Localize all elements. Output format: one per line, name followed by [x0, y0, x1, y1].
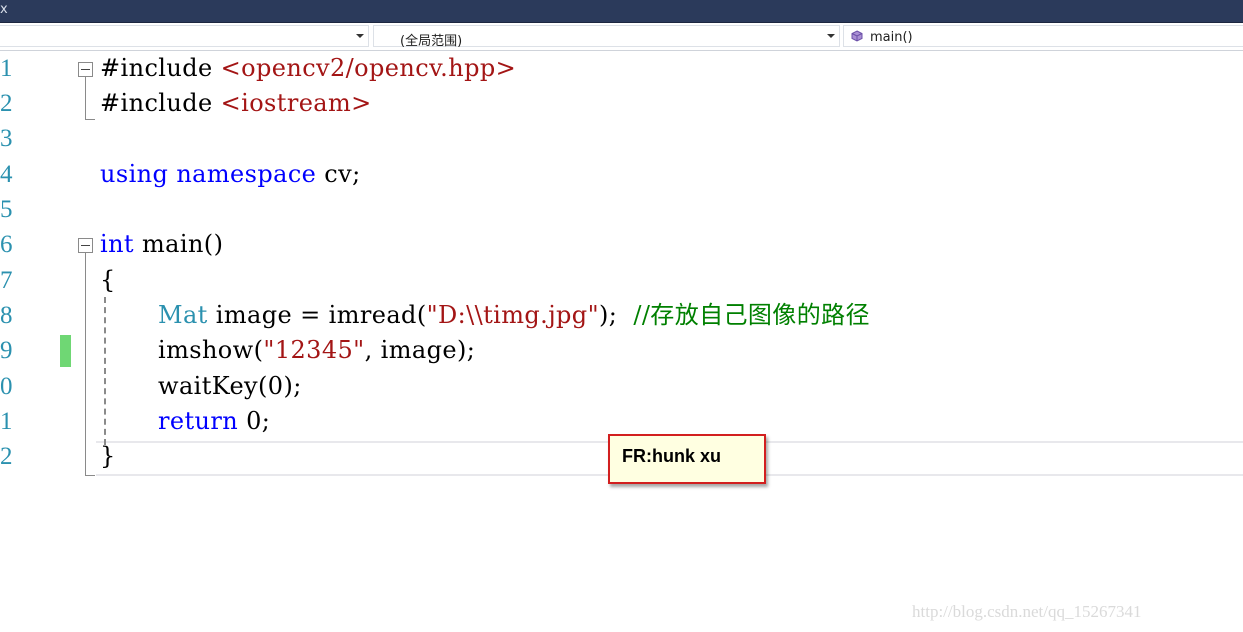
brace: { — [100, 266, 116, 294]
tooltip: FR:hunk xu — [608, 434, 766, 484]
code-editor[interactable]: 1 2 3 4 5 6 7 8 9 0 1 2 #include <opencv… — [0, 51, 1243, 632]
string-literal: "12345" — [263, 336, 365, 364]
code-line-7: { — [100, 263, 116, 298]
comment: //存放自己图像的路径 — [633, 301, 870, 329]
change-marker — [60, 335, 71, 367]
line-number: 2 — [0, 443, 13, 470]
tooltip-text: FR:hunk xu — [622, 446, 721, 466]
line-number: 5 — [0, 196, 13, 223]
chevron-down-icon[interactable] — [827, 34, 835, 38]
collapse-icon[interactable] — [78, 238, 93, 253]
code-line-10: waitKey(0); — [158, 369, 302, 404]
line-number: 7 — [0, 267, 13, 294]
line-number: 6 — [0, 231, 13, 258]
project-combo[interactable] — [0, 25, 369, 47]
line-number: 2 — [0, 90, 13, 117]
function-combo-value: main() — [870, 30, 913, 45]
code-line-2: #include <iostream> — [100, 86, 372, 121]
code-line-4: using namespace cv; — [100, 157, 361, 192]
preprocessor-directive: #include — [100, 89, 221, 117]
line-number: 1 — [0, 408, 13, 435]
include-header: <iostream> — [220, 89, 372, 117]
code-line-9: imshow("12345", image); — [158, 333, 475, 368]
brace: } — [100, 442, 116, 470]
code-line-1: #include <opencv2/opencv.hpp> — [100, 51, 516, 86]
fold-guide — [85, 77, 86, 119]
close-icon[interactable]: x — [0, 2, 8, 17]
fold-guide-end — [85, 119, 95, 120]
code-text: imshow( — [158, 336, 264, 364]
watermark: http://blog.csdn.net/qq_15267341 — [912, 602, 1142, 621]
type-name: Mat — [158, 301, 208, 329]
function-combo[interactable]: main() — [843, 25, 1243, 47]
line-number: 4 — [0, 161, 13, 188]
code-text: main() — [133, 230, 224, 258]
fold-guide-end — [85, 475, 95, 476]
keyword: int — [100, 230, 134, 258]
keyword: namespace — [176, 160, 317, 188]
navigation-bar: (全局范围) main() — [0, 23, 1243, 51]
keyword: return — [158, 407, 239, 435]
code-text: cv; — [316, 160, 361, 188]
string-literal: "D:\\timg.jpg" — [426, 301, 600, 329]
code-line-8: Mat image = imread("D:\\timg.jpg"); //存放… — [158, 298, 870, 333]
scope-combo-value: (全局范围) — [400, 34, 463, 49]
chevron-down-icon[interactable] — [356, 34, 364, 38]
code-line-6: int main() — [100, 227, 223, 262]
line-number: 3 — [0, 125, 13, 152]
line-number: 9 — [0, 337, 13, 364]
scope-combo[interactable]: (全局范围) — [373, 25, 840, 49]
window-titlebar: x — [0, 0, 1243, 23]
line-number: 0 — [0, 373, 13, 400]
code-text: , image); — [364, 336, 476, 364]
cube-icon — [851, 30, 863, 42]
line-number: 1 — [0, 55, 13, 82]
code-line-12: } — [100, 439, 116, 474]
collapse-icon[interactable] — [78, 62, 93, 77]
fold-guide — [85, 253, 86, 475]
keyword: using — [100, 160, 169, 188]
code-line-11: return 0; — [158, 404, 270, 439]
line-number: 8 — [0, 302, 13, 329]
preprocessor-directive: #include — [100, 54, 221, 82]
code-text: ); — [599, 301, 634, 329]
code-text: image = imread( — [207, 301, 427, 329]
code-text: waitKey(0); — [158, 372, 302, 400]
code-text: 0; — [238, 407, 271, 435]
scope-guide — [104, 297, 106, 445]
include-header: <opencv2/opencv.hpp> — [220, 54, 517, 82]
